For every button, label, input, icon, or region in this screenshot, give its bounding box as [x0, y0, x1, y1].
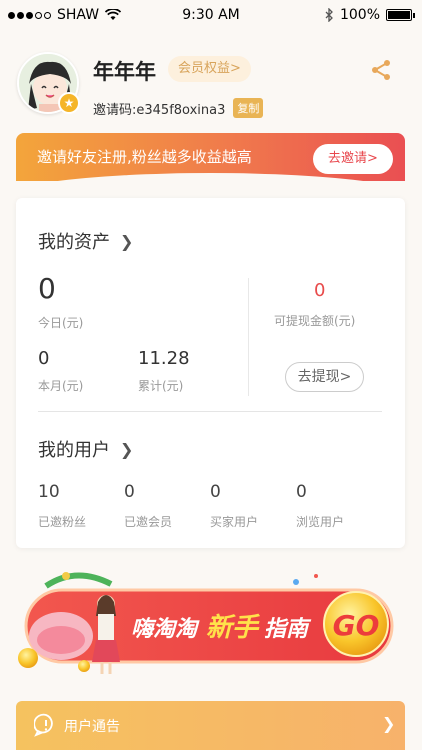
- guide-text-c: 指南: [264, 617, 312, 642]
- newbie-guide-banner[interactable]: 嗨淘淘 新手 指南 GO: [16, 566, 405, 676]
- withdraw-button[interactable]: 去提现>: [285, 362, 364, 392]
- my-assets-title: 我的资产: [38, 232, 110, 253]
- total-income-label: 累计(元): [138, 379, 184, 393]
- invite-banner-text: 邀请好友注册,粉丝越多收益越高: [37, 148, 252, 166]
- stat-invited-members-value: 0: [124, 482, 135, 502]
- alert-icon: [34, 713, 53, 737]
- invite-button[interactable]: 去邀请>: [313, 144, 393, 174]
- bluetooth-icon: [325, 8, 333, 22]
- user-notice-label: 用户通告: [64, 719, 120, 735]
- withdrawable-amount: 0: [314, 280, 326, 301]
- stat-invited-fans-value: 10: [38, 482, 60, 502]
- copy-button[interactable]: 复制: [233, 98, 264, 118]
- user-notice-bar[interactable]: 用户通告 ❯: [16, 701, 405, 750]
- stat-browsers-label: 浏览用户: [296, 515, 345, 529]
- guide-text-b: 新手: [206, 613, 260, 643]
- username: 年年年: [93, 60, 156, 84]
- divider-vertical: [248, 278, 249, 396]
- stat-invited-fans-label: 已邀粉丝: [38, 515, 87, 529]
- battery-icon: [386, 9, 415, 21]
- assets-card: 我的资产 ❯ 0 今日(元) 0 本月(元) 11.28 累计(元) 0 可提现…: [16, 198, 405, 548]
- chevron-right-icon: ❯: [382, 714, 396, 733]
- stat-browsers-value: 0: [296, 482, 307, 502]
- guide-text-a: 嗨淘淘: [131, 617, 200, 642]
- status-right: 100%: [325, 7, 415, 23]
- stat-invited-members-label: 已邀会员: [124, 515, 173, 529]
- my-users-link[interactable]: 我的用户 ❯: [38, 436, 133, 462]
- invite-code-row: 邀请码:e345f8oxina3 复制: [93, 98, 264, 118]
- today-income-label: 今日(元): [38, 316, 84, 330]
- chevron-right-icon: ❯: [120, 231, 134, 251]
- my-assets-link[interactable]: 我的资产 ❯: [38, 228, 133, 254]
- today-income: 0: [38, 272, 56, 305]
- divider-horizontal: [38, 411, 382, 412]
- stat-buyers-label: 买家用户: [210, 515, 259, 529]
- status-bar: SHAW 9:30 AM 100%: [0, 0, 422, 32]
- my-users-title: 我的用户: [38, 440, 110, 461]
- month-income: 0: [38, 348, 50, 369]
- total-income: 11.28: [138, 348, 190, 369]
- battery-percent: 100%: [339, 7, 380, 23]
- go-button-text: GO: [333, 609, 380, 642]
- withdrawable-label: 可提现金额(元): [274, 314, 356, 328]
- member-benefits-button[interactable]: 会员权益>: [168, 56, 251, 82]
- month-income-label: 本月(元): [38, 379, 84, 393]
- invite-code: 邀请码:e345f8oxina3: [93, 102, 226, 118]
- stat-buyers-value: 0: [210, 482, 221, 502]
- chevron-right-icon: ❯: [120, 439, 134, 459]
- share-icon[interactable]: [369, 58, 393, 82]
- vip-star-icon: ★: [58, 92, 80, 114]
